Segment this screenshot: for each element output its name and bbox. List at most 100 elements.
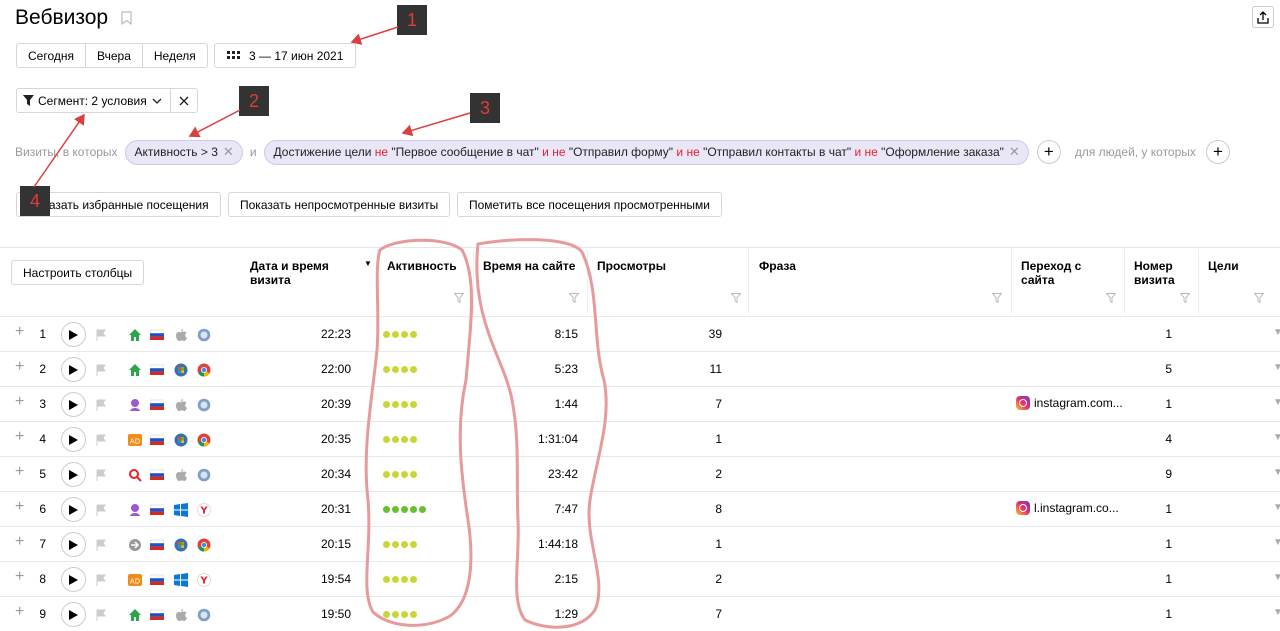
expand-row-icon[interactable]: + <box>15 463 24 481</box>
flag-icon[interactable] <box>96 434 107 449</box>
period-yesterday-button[interactable]: Вчера <box>85 43 143 68</box>
table-row[interactable]: + 1 22:23 8:15 39 1 ▼ <box>0 316 1280 351</box>
share-button[interactable] <box>1252 6 1274 28</box>
flag-icon[interactable] <box>96 504 107 519</box>
activity-dot <box>419 506 426 513</box>
header-referrer[interactable]: Переход с сайта <box>1021 259 1111 287</box>
row-number: 7 <box>39 537 46 551</box>
expand-row-icon[interactable]: + <box>15 428 24 446</box>
add-people-condition-button[interactable]: + <box>1205 140 1230 164</box>
bookmark-icon[interactable] <box>121 11 132 25</box>
time-on-site: 1:29 <box>554 607 578 621</box>
chevron-down-icon[interactable]: ▼ <box>1273 362 1280 373</box>
row-number: 4 <box>39 432 46 446</box>
show-unwatched-button[interactable]: Показать непросмотренные визиты <box>228 192 451 217</box>
configure-columns-button[interactable]: Настроить столбцы <box>11 260 145 285</box>
column-filter-icon[interactable] <box>1254 293 1264 303</box>
visit-number: 1 <box>1165 327 1172 341</box>
play-button[interactable] <box>61 357 86 382</box>
header-time-on-site[interactable]: Время на сайте <box>483 259 575 273</box>
expand-row-icon[interactable]: + <box>15 603 24 621</box>
flag-icon[interactable] <box>96 609 107 624</box>
remove-condition-icon[interactable]: ✕ <box>223 144 234 160</box>
column-filter-icon[interactable] <box>1180 293 1190 303</box>
add-condition-button[interactable]: + <box>1036 140 1061 164</box>
column-divider <box>748 249 749 315</box>
referrer-link[interactable]: instagram.com... <box>1016 396 1123 410</box>
flag-icon[interactable] <box>96 329 107 344</box>
table-row[interactable]: + 2 22:00 5:23 11 5 ▼ <box>0 351 1280 386</box>
period-today-button[interactable]: Сегодня <box>16 43 86 68</box>
expand-row-icon[interactable]: + <box>15 533 24 551</box>
referrer-link[interactable]: l.instagram.co... <box>1016 501 1119 515</box>
page-views: 2 <box>715 467 722 481</box>
column-filter-icon[interactable] <box>1106 293 1116 303</box>
svg-text:AD: AD <box>130 578 140 586</box>
table-row[interactable]: + 4 AD 20:35 1:31:04 1 4 ▼ <box>0 421 1280 456</box>
expand-row-icon[interactable]: + <box>15 568 24 586</box>
russia-flag-icon <box>149 538 165 552</box>
remove-condition-icon[interactable]: ✕ <box>1009 144 1020 160</box>
play-button[interactable] <box>61 392 86 417</box>
annotation-arrow <box>401 112 471 137</box>
play-button[interactable] <box>61 462 86 487</box>
expand-row-icon[interactable]: + <box>15 323 24 341</box>
chevron-down-icon[interactable]: ▼ <box>1273 537 1280 548</box>
play-button[interactable] <box>61 567 86 592</box>
flag-icon[interactable] <box>96 574 107 589</box>
chevron-down-icon[interactable]: ▼ <box>1273 502 1280 513</box>
header-datetime[interactable]: Дата и время визита <box>250 259 360 287</box>
expand-row-icon[interactable]: + <box>15 358 24 376</box>
play-button[interactable] <box>61 322 86 347</box>
condition-chip-activity[interactable]: Активность > 3 ✕ <box>124 139 243 165</box>
table-row[interactable]: + 9 19:50 1:29 7 1 ▼ <box>0 596 1280 631</box>
column-filter-icon[interactable] <box>992 293 1002 303</box>
expand-row-icon[interactable]: + <box>15 498 24 516</box>
chevron-down-icon[interactable]: ▼ <box>1273 572 1280 583</box>
column-filter-icon[interactable] <box>454 293 464 303</box>
segment-button[interactable]: Сегмент: 2 условия <box>16 88 171 113</box>
activity-dot <box>410 366 417 373</box>
flag-icon[interactable] <box>96 399 107 414</box>
visit-time: 22:00 <box>320 362 351 376</box>
chevron-down-icon[interactable]: ▼ <box>1273 327 1280 338</box>
play-button[interactable] <box>61 602 86 627</box>
segment-clear-button[interactable] <box>169 88 198 113</box>
expand-row-icon[interactable]: + <box>15 393 24 411</box>
date-range-button[interactable]: 3 — 17 июн 2021 <box>214 43 357 68</box>
table-row[interactable]: + 7 20:15 1:44:18 1 1 ▼ <box>0 526 1280 561</box>
condition-chip-goals[interactable]: Достижение цели не "Первое сообщение в ч… <box>263 139 1029 165</box>
table-row[interactable]: + 5 20:34 23:42 2 9 ▼ <box>0 456 1280 491</box>
header-visit-number[interactable]: Номер визита <box>1134 259 1194 287</box>
column-divider <box>1011 249 1012 315</box>
mark-all-watched-button[interactable]: Пометить все посещения просмотренными <box>457 192 722 217</box>
row-number: 3 <box>39 397 46 411</box>
windows10-icon <box>174 503 188 517</box>
visit-time: 19:50 <box>320 607 351 621</box>
chevron-down-icon[interactable]: ▼ <box>1273 432 1280 443</box>
visit-time: 20:31 <box>320 502 351 516</box>
sort-desc-icon[interactable]: ▼ <box>364 259 372 268</box>
play-button[interactable] <box>61 497 86 522</box>
table-row[interactable]: + 3 20:39 1:44 7 instagram.com... 1 ▼ <box>0 386 1280 421</box>
referrer-label: instagram.com... <box>1034 396 1123 410</box>
column-filter-icon[interactable] <box>731 293 741 303</box>
header-views[interactable]: Просмотры <box>597 259 666 273</box>
table-row[interactable]: + 6 Y 20:31 7:47 8 l.instagram.co... 1 ▼ <box>0 491 1280 526</box>
flag-icon[interactable] <box>96 539 107 554</box>
table-row[interactable]: + 8 AD Y 19:54 2:15 2 1 ▼ <box>0 561 1280 596</box>
flag-icon[interactable] <box>96 364 107 379</box>
chevron-down-icon[interactable]: ▼ <box>1273 397 1280 408</box>
header-goals[interactable]: Цели <box>1208 259 1239 273</box>
play-button[interactable] <box>61 427 86 452</box>
play-button[interactable] <box>61 532 86 557</box>
column-filter-icon[interactable] <box>569 293 579 303</box>
header-activity[interactable]: Активность <box>387 259 457 273</box>
period-week-button[interactable]: Неделя <box>141 43 208 68</box>
chevron-down-icon[interactable]: ▼ <box>1273 607 1280 618</box>
header-phrase[interactable]: Фраза <box>759 259 796 273</box>
chevron-down-icon[interactable]: ▼ <box>1273 467 1280 478</box>
flag-icon[interactable] <box>96 469 107 484</box>
russia-flag-icon <box>149 328 165 342</box>
windows7-icon <box>174 363 188 377</box>
